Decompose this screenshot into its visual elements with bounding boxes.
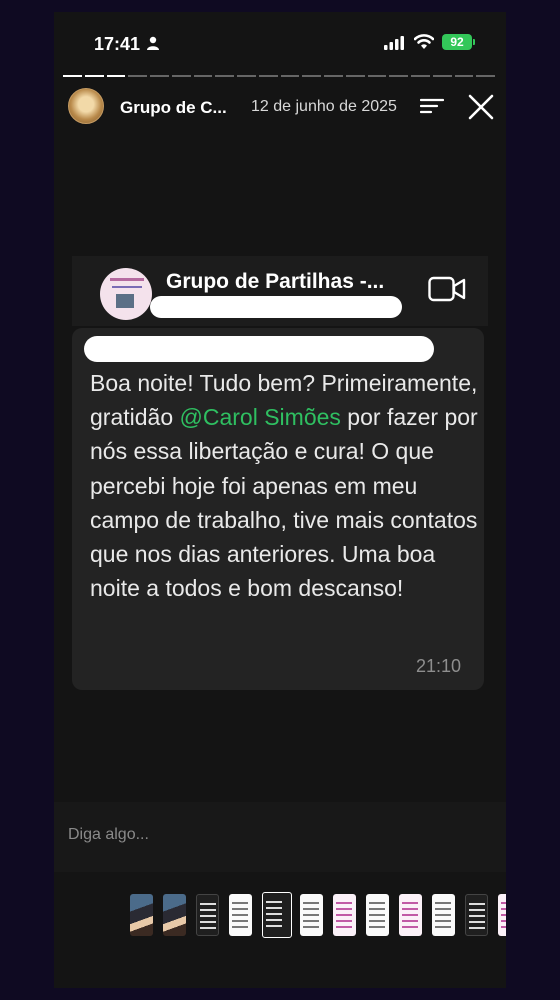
story-media: Grupo de Partilhas -... Boa noite! Tudo … <box>54 252 506 712</box>
story-thumbnail[interactable] <box>300 894 323 936</box>
story-thumbnail[interactable] <box>432 894 455 936</box>
progress-segment <box>389 75 408 77</box>
message-text: Boa noite! Tudo bem? Primeiramente, grat… <box>90 366 480 605</box>
story-progress-bar <box>63 75 495 77</box>
battery-level: 92 <box>450 35 464 49</box>
story-thumbnail[interactable] <box>130 894 153 936</box>
story-thumbnail[interactable] <box>465 894 488 936</box>
wifi-icon <box>414 34 434 49</box>
story-thumbnail[interactable] <box>366 894 389 936</box>
progress-segment <box>302 75 321 77</box>
group-avatar[interactable] <box>68 88 104 124</box>
story-thumbnail[interactable] <box>262 892 292 938</box>
redaction-bar <box>84 336 434 362</box>
progress-segment <box>280 75 300 77</box>
mention-link: @Carol Simões <box>179 404 341 431</box>
progress-segment <box>258 75 278 77</box>
story-thumbnail[interactable] <box>498 894 506 936</box>
progress-segment <box>345 75 365 77</box>
story-header: Grupo de C... 12 de junho de 2025 <box>54 82 506 132</box>
person-icon <box>147 36 159 50</box>
menu-icon[interactable] <box>420 96 444 116</box>
signal-icon <box>384 36 404 50</box>
progress-segment <box>63 75 82 77</box>
story-viewer: 17:41 92 Grupo de C... 12 de junho de 20… <box>54 12 506 988</box>
progress-segment <box>432 75 452 77</box>
message-text-end: por fazer por nós essa libertação e cura… <box>90 404 478 602</box>
story-thumbnail-strip <box>54 892 506 938</box>
battery-icon: 92 <box>442 34 472 50</box>
progress-segment <box>106 75 126 77</box>
redaction-bar <box>150 296 402 318</box>
chat-group-name: Grupo de Partilhas -... <box>166 270 385 293</box>
story-thumbnail[interactable] <box>163 894 186 936</box>
story-thumbnail[interactable] <box>399 894 422 936</box>
progress-segment <box>215 75 234 77</box>
progress-segment <box>128 75 147 77</box>
video-call-icon <box>428 276 466 302</box>
status-time: 17:41 <box>94 34 141 54</box>
progress-segment <box>84 75 104 77</box>
reply-bar: Diga algo... <box>54 802 506 872</box>
progress-segment <box>324 75 343 77</box>
close-icon[interactable] <box>468 94 494 120</box>
story-thumbnail[interactable] <box>196 894 219 936</box>
progress-segment <box>367 75 387 77</box>
story-thumbnail[interactable] <box>333 894 356 936</box>
chat-group-avatar <box>100 268 152 320</box>
progress-segment <box>237 75 256 77</box>
message-time: 21:10 <box>416 656 462 676</box>
progress-segment <box>476 75 495 77</box>
progress-segment <box>171 75 191 77</box>
progress-segment <box>454 75 474 77</box>
progress-segment <box>150 75 169 77</box>
reply-input[interactable]: Diga algo... <box>68 826 149 844</box>
battery-tip <box>473 39 475 45</box>
story-title[interactable]: Grupo de C... <box>120 98 240 118</box>
story-thumbnail[interactable] <box>229 894 252 936</box>
progress-segment <box>411 75 430 77</box>
progress-segment <box>193 75 213 77</box>
status-bar: 17:41 92 <box>54 12 506 74</box>
story-date: 12 de junho de 2025 <box>251 98 397 115</box>
